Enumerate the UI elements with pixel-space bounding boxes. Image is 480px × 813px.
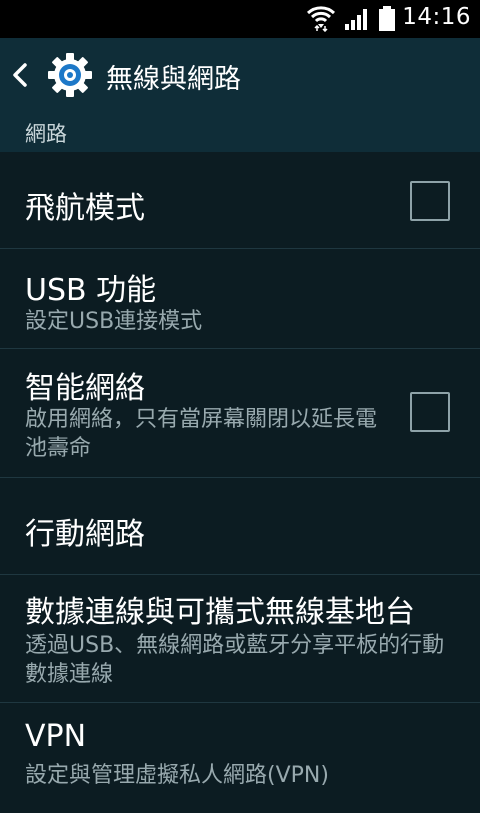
section-header-label: 網路 — [25, 122, 67, 146]
list-item-title: 飛航模式 — [25, 191, 145, 226]
back-arrow-icon[interactable] — [10, 62, 30, 92]
list-item-usb-function[interactable]: USB 功能 設定USB連接模式 — [0, 249, 480, 349]
list-item-summary: 設定USB連接模式 — [25, 309, 203, 334]
list-item-vpn[interactable]: VPN 設定與管理虛擬私人網路(VPN) — [0, 703, 480, 813]
page-title: 無線與網路 — [106, 64, 241, 95]
list-item-summary: 設定與管理虛擬私人網路(VPN) — [25, 763, 329, 788]
list-item-title: 智能網絡 — [25, 371, 145, 406]
list-item-summary: 透過USB、無線網路或藍牙分享平板的行動數據連線 — [25, 633, 445, 687]
action-bar: 無線與網路 — [0, 38, 480, 110]
battery-icon — [378, 6, 396, 36]
list-item-airplane-mode[interactable]: 飛航模式 — [0, 152, 480, 249]
status-time: 14:16 — [402, 4, 471, 30]
list-item-tethering-hotspot[interactable]: 數據連線與可攜式無線基地台 透過USB、無線網路或藍牙分享平板的行動數據連線 — [0, 575, 480, 703]
section-header: 網路 — [0, 110, 480, 152]
signal-strength-icon — [344, 7, 370, 35]
list-item-smart-network[interactable]: 智能網絡 啟用網絡，只有當屏幕關閉以延長電池壽命 — [0, 349, 480, 478]
list-item-title: VPN — [25, 719, 87, 754]
list-item-title: USB 功能 — [25, 273, 157, 308]
status-bar: 14:16 — [0, 0, 480, 38]
airplane-mode-checkbox[interactable] — [410, 181, 450, 221]
smart-network-checkbox[interactable] — [410, 392, 450, 432]
settings-gear-icon[interactable] — [47, 52, 93, 102]
list-item-summary: 啟用網絡，只有當屏幕關閉以延長電池壽命 — [25, 407, 378, 461]
list-item-title: 行動網路 — [25, 517, 145, 552]
wifi-icon — [306, 4, 336, 36]
list-item-title: 數據連線與可攜式無線基地台 — [25, 595, 415, 630]
list-item-mobile-network[interactable]: 行動網路 — [0, 478, 480, 575]
